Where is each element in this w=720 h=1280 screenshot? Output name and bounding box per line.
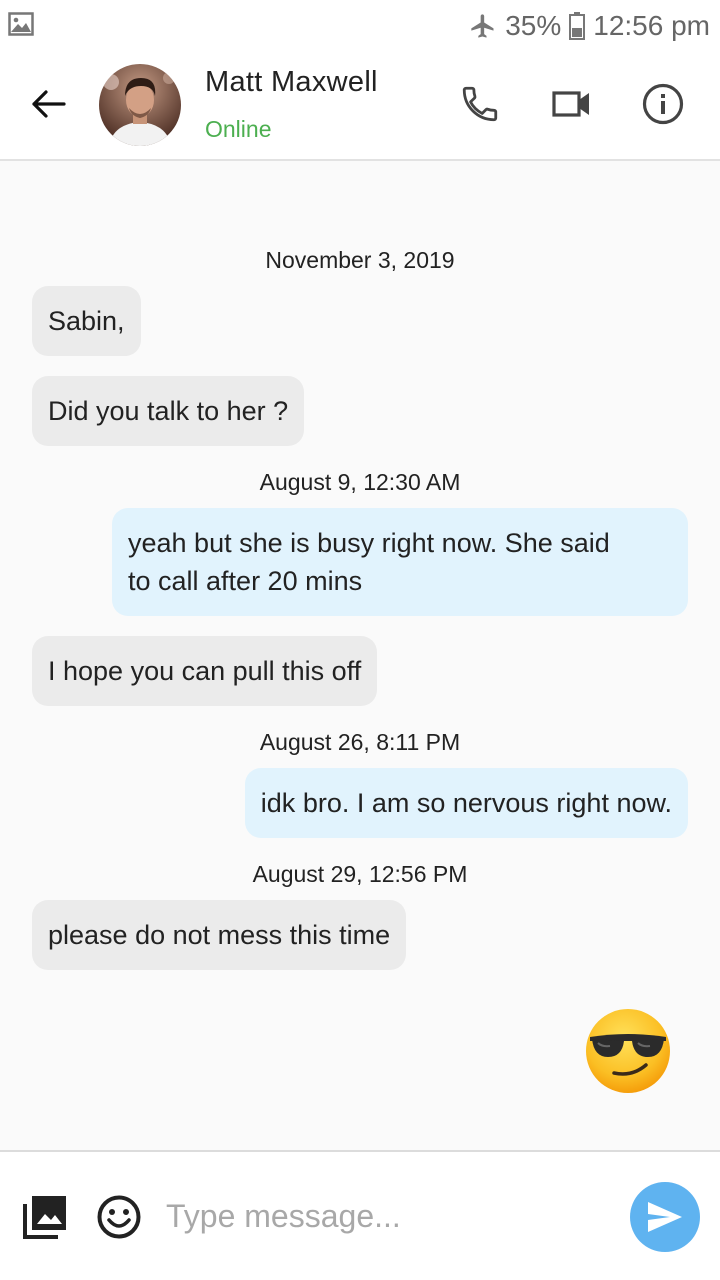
outgoing-message[interactable]: yeah but she is busy right now. She said… bbox=[112, 508, 688, 616]
status-bar: 35% 12:56 pm bbox=[0, 0, 720, 50]
date-separator: August 26, 8:11 PM bbox=[259, 729, 461, 755]
date-separator: November 3, 2019 bbox=[265, 247, 455, 273]
message-text-line: yeah but she is busy right now. She said bbox=[128, 528, 610, 558]
call-button[interactable] bbox=[456, 80, 504, 128]
phone-icon bbox=[462, 86, 498, 122]
back-button[interactable] bbox=[24, 84, 72, 124]
incoming-message[interactable]: I hope you can pull this off bbox=[32, 636, 378, 706]
message-composer bbox=[0, 1150, 720, 1280]
info-button[interactable] bbox=[639, 80, 687, 128]
chat-header: Matt Maxwell Online bbox=[0, 50, 720, 161]
emoji-picker-icon[interactable] bbox=[96, 1194, 142, 1240]
airplane-mode-icon bbox=[471, 14, 494, 38]
incoming-message[interactable]: Sabin, bbox=[32, 286, 141, 356]
contact-status: Online bbox=[205, 116, 272, 142]
battery-percent: 35% bbox=[505, 10, 562, 41]
status-indicators: 35% 12:56 pm bbox=[469, 6, 710, 46]
message-text-line: to call after 20 mins bbox=[128, 566, 363, 596]
message-input[interactable] bbox=[166, 1190, 606, 1242]
incoming-message[interactable]: Did you talk to her ? bbox=[32, 376, 305, 446]
sunglasses-emoji-icon[interactable] bbox=[584, 1007, 672, 1095]
video-call-button[interactable] bbox=[548, 80, 596, 128]
gallery-icon[interactable] bbox=[22, 1194, 68, 1240]
avatar[interactable] bbox=[99, 64, 181, 146]
date-separator: August 29, 12:56 PM bbox=[252, 861, 468, 887]
message-text: idk bro. I am so nervous right now. bbox=[260, 788, 672, 818]
message-list[interactable]: November 3, 2019 Sabin, Did you talk to … bbox=[0, 161, 720, 1150]
send-icon bbox=[648, 1202, 682, 1232]
send-button[interactable] bbox=[630, 1182, 700, 1252]
contact-name[interactable]: Matt Maxwell bbox=[205, 66, 378, 99]
video-camera-icon bbox=[552, 91, 589, 117]
image-notification-icon bbox=[8, 12, 34, 36]
battery-icon bbox=[569, 12, 586, 40]
date-separator: August 9, 12:30 AM bbox=[259, 469, 461, 495]
message-text: I hope you can pull this off bbox=[48, 656, 362, 686]
message-text: please do not mess this time bbox=[48, 920, 391, 950]
status-time: 12:56 pm bbox=[593, 10, 710, 41]
back-arrow-icon bbox=[32, 90, 66, 118]
message-text: Did you talk to her ? bbox=[48, 396, 289, 426]
message-text: Sabin, bbox=[48, 306, 125, 336]
outgoing-message[interactable]: idk bro. I am so nervous right now. bbox=[244, 768, 688, 838]
info-icon bbox=[642, 83, 684, 125]
incoming-message[interactable]: please do not mess this time bbox=[32, 900, 407, 970]
